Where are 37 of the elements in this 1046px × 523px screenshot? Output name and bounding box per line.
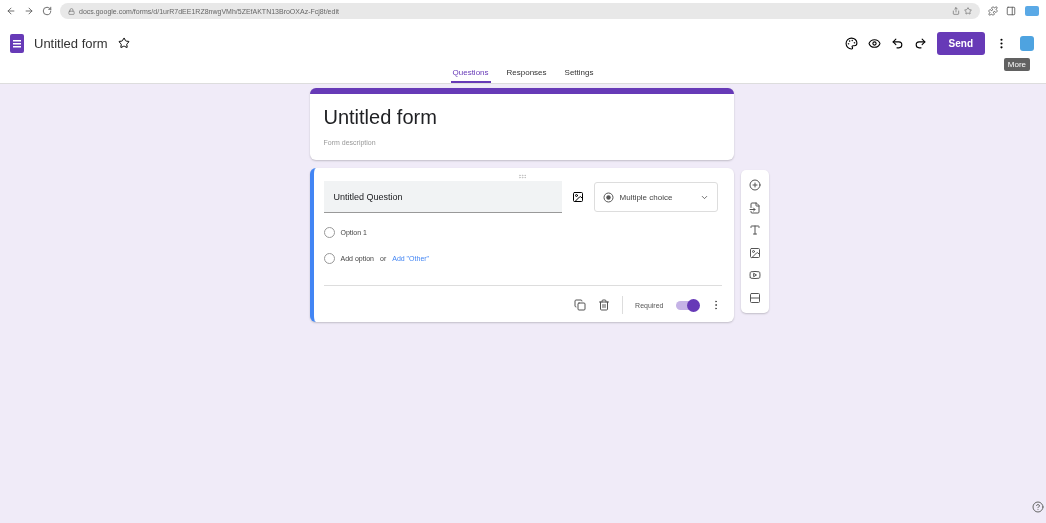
tab[interactable]: Responses (504, 64, 549, 83)
forward-icon[interactable] (24, 6, 34, 16)
import-icon[interactable] (748, 201, 761, 214)
eye-icon[interactable] (867, 36, 881, 50)
question-field[interactable]: Untitled Question (323, 181, 562, 213)
required-switch[interactable] (675, 300, 698, 310)
form-title[interactable]: Untitled form (323, 106, 720, 129)
reload-icon[interactable] (42, 6, 52, 16)
extension-icon[interactable] (1018, 34, 1036, 52)
tooltip: More (1003, 58, 1030, 71)
radio-icon (602, 191, 614, 203)
image-icon[interactable] (571, 191, 584, 203)
image-icon[interactable] (748, 246, 761, 259)
document-title[interactable]: Untitled form (34, 35, 108, 51)
trash-icon[interactable] (598, 299, 611, 311)
puzzle-icon[interactable] (988, 6, 998, 16)
section-icon[interactable] (748, 291, 761, 304)
lock-icon (68, 7, 75, 15)
title-text-icon[interactable] (748, 224, 761, 237)
back-icon[interactable] (6, 6, 16, 16)
question-type-dropdown[interactable]: Multiple choice (593, 182, 718, 212)
add-question-icon[interactable] (748, 179, 761, 192)
duplicate-icon[interactable] (574, 299, 587, 311)
extension-icon[interactable] (1024, 5, 1040, 17)
tab[interactable]: Questions (450, 64, 491, 83)
side-panel-icon[interactable] (1006, 6, 1016, 16)
palette-icon[interactable] (844, 36, 858, 50)
undo-icon[interactable] (890, 36, 904, 50)
star-icon[interactable] (117, 37, 130, 49)
bookmark-star-icon[interactable] (964, 7, 972, 15)
send-button[interactable]: Send (936, 31, 985, 55)
help-icon[interactable] (1032, 501, 1044, 513)
tab[interactable]: Settings (562, 64, 596, 83)
forms-logo-icon (10, 33, 24, 53)
redo-icon[interactable] (913, 36, 927, 50)
video-icon[interactable] (748, 269, 761, 282)
drag-handle-icon[interactable] (518, 172, 527, 181)
